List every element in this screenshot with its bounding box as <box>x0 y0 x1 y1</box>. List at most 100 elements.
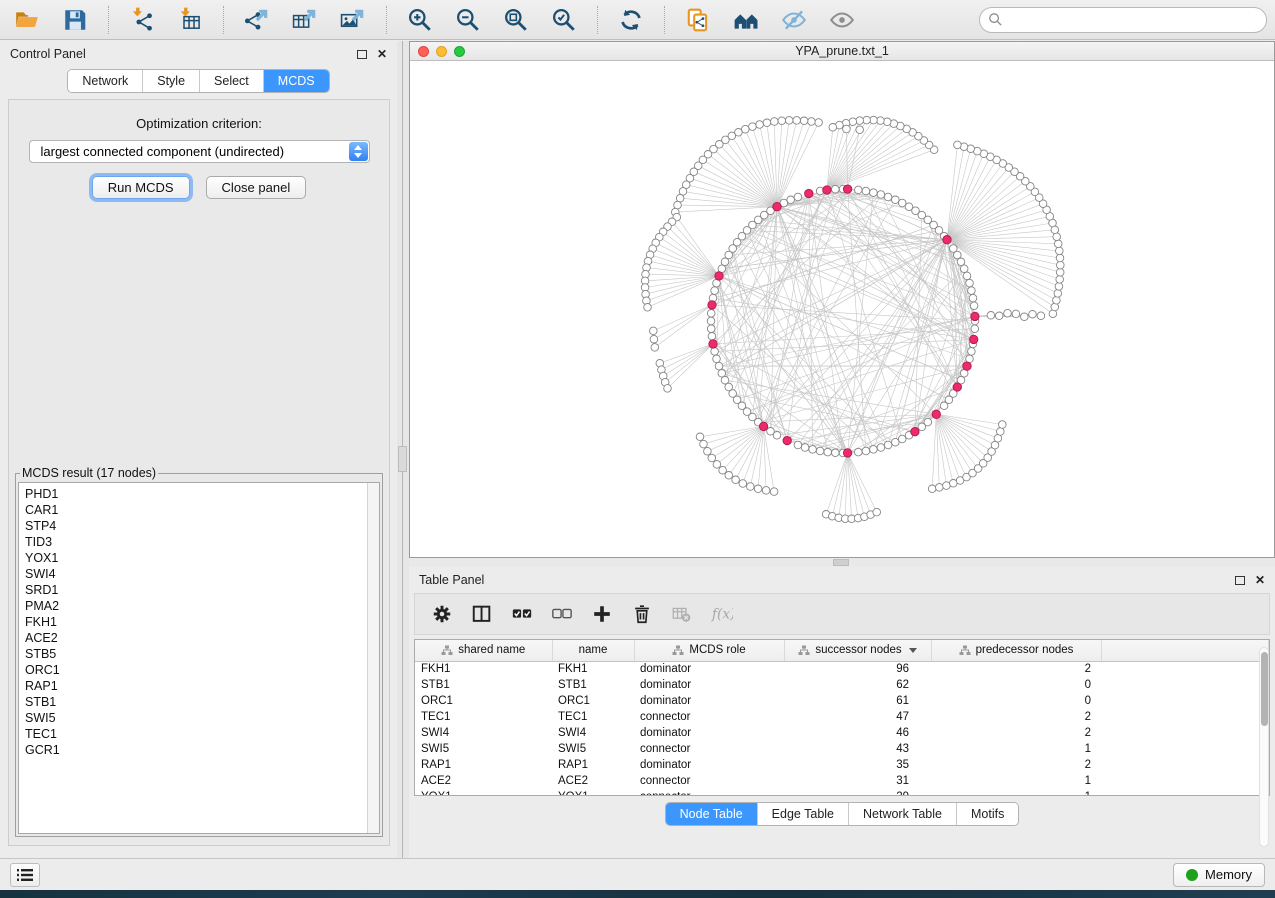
graph-node[interactable] <box>1053 233 1061 241</box>
table-cell[interactable]: STB1 <box>552 677 634 693</box>
mcds-result-item[interactable]: ORC1 <box>25 662 379 678</box>
mcds-result-item[interactable]: CAR1 <box>25 502 379 518</box>
graph-hub-node[interactable] <box>708 301 716 309</box>
table-cell[interactable]: dominator <box>634 661 784 677</box>
graph-node[interactable] <box>928 485 936 493</box>
graph-node[interactable] <box>739 480 747 488</box>
graph-node[interactable] <box>1021 313 1029 321</box>
table-cell[interactable]: TEC1 <box>552 709 634 725</box>
graph-node[interactable] <box>987 312 995 320</box>
new-network-from-selection-button[interactable] <box>679 4 717 36</box>
graph-node[interactable] <box>870 189 878 197</box>
table-cell[interactable]: 1 <box>931 773 1101 789</box>
table-row[interactable]: YOX1YOX1connector291 <box>415 789 1269 796</box>
graph-hub-node[interactable] <box>805 189 813 197</box>
graph-node[interactable] <box>800 117 808 125</box>
graph-node[interactable] <box>877 444 885 452</box>
graph-node[interactable] <box>954 251 962 259</box>
graph-hub-node[interactable] <box>932 410 940 418</box>
tab-select[interactable]: Select <box>199 70 263 92</box>
graph-node[interactable] <box>856 126 864 134</box>
table-cell[interactable]: 61 <box>784 693 931 709</box>
graph-node[interactable] <box>969 294 977 302</box>
graph-node[interactable] <box>763 119 771 127</box>
graph-node[interactable] <box>725 472 733 480</box>
graph-node[interactable] <box>1029 310 1037 318</box>
first-neighbors-button[interactable] <box>727 4 765 36</box>
mcds-list-scrollbar[interactable] <box>367 483 379 833</box>
table-cell[interactable]: 2 <box>931 757 1101 773</box>
graph-node[interactable] <box>770 488 778 496</box>
table-cell[interactable]: SWI4 <box>415 725 552 741</box>
splitter-grip[interactable] <box>398 446 407 472</box>
graph-node[interactable] <box>824 448 832 456</box>
network-list-toggle-button[interactable] <box>10 863 40 887</box>
graph-node[interactable] <box>674 201 682 209</box>
table-row[interactable]: SWI5SWI5connector431 <box>415 741 1269 757</box>
mcds-result-item[interactable]: STB5 <box>25 646 379 662</box>
graph-node[interactable] <box>1057 261 1065 269</box>
mcds-result-item[interactable]: TID3 <box>25 534 379 550</box>
zoom-in-button[interactable] <box>401 4 439 36</box>
graph-node[interactable] <box>877 117 885 125</box>
select-all-checkboxes-button[interactable] <box>509 601 535 627</box>
graph-node[interactable] <box>754 485 762 493</box>
table-cell[interactable]: 0 <box>931 677 1101 693</box>
graph-node[interactable] <box>1012 310 1020 318</box>
graph-node[interactable] <box>794 193 802 201</box>
table-cell[interactable]: 43 <box>784 741 931 757</box>
graph-node[interactable] <box>704 447 712 455</box>
graph-node[interactable] <box>707 310 715 318</box>
table-cell[interactable]: 46 <box>784 725 931 741</box>
table-cell[interactable]: FKH1 <box>415 661 552 677</box>
graph-node[interactable] <box>884 441 892 449</box>
graph-node[interactable] <box>747 483 755 491</box>
graph-node[interactable] <box>943 482 951 490</box>
table-cell[interactable]: 2 <box>931 725 1101 741</box>
graph-node[interactable] <box>756 121 764 129</box>
graph-hub-node[interactable] <box>843 185 851 193</box>
graph-hub-node[interactable] <box>843 449 851 457</box>
graph-node[interactable] <box>1054 240 1062 248</box>
graph-node[interactable] <box>856 117 864 125</box>
graph-node[interactable] <box>785 117 793 125</box>
graph-node[interactable] <box>742 125 750 133</box>
graph-node[interactable] <box>999 421 1007 429</box>
column-layout-button[interactable] <box>469 601 495 627</box>
table-cell[interactable]: ACE2 <box>415 773 552 789</box>
graph-node[interactable] <box>966 279 974 287</box>
graph-node[interactable] <box>808 118 816 126</box>
graph-node[interactable] <box>968 287 976 295</box>
graph-node[interactable] <box>862 187 870 195</box>
graph-node[interactable] <box>707 325 715 333</box>
table-row[interactable]: RAP1RAP1dominator352 <box>415 757 1269 773</box>
mcds-result-item[interactable]: ACE2 <box>25 630 379 646</box>
table-cell[interactable]: FKH1 <box>552 661 634 677</box>
import-network-button[interactable] <box>123 4 161 36</box>
table-panel-float-icon[interactable] <box>1235 576 1245 585</box>
graph-node[interactable] <box>873 508 881 516</box>
table-panel-close-icon[interactable]: ✕ <box>1255 575 1265 585</box>
graph-node[interactable] <box>816 447 824 455</box>
network-canvas[interactable] <box>410 61 1274 557</box>
table-cell[interactable]: 29 <box>784 789 931 796</box>
graph-node[interactable] <box>767 428 775 436</box>
control-panel-float-icon[interactable] <box>357 50 367 59</box>
graph-node[interactable] <box>707 317 715 325</box>
search-input[interactable] <box>979 7 1267 33</box>
mcds-result-item[interactable]: SRD1 <box>25 582 379 598</box>
graph-node[interactable] <box>898 199 906 207</box>
graph-node[interactable] <box>725 383 733 391</box>
graph-node[interactable] <box>711 348 719 356</box>
table-cell[interactable]: ACE2 <box>552 773 634 789</box>
graph-node[interactable] <box>1056 269 1064 277</box>
table-cell[interactable]: connector <box>634 773 784 789</box>
mcds-result-item[interactable]: STP4 <box>25 518 379 534</box>
column-header-MCDS-role[interactable]: MCDS role <box>634 640 784 661</box>
table-cell[interactable]: dominator <box>634 677 784 693</box>
graph-node[interactable] <box>995 312 1003 320</box>
table-row[interactable]: STB1STB1dominator620 <box>415 677 1269 693</box>
graph-node[interactable] <box>721 258 729 266</box>
table-cell[interactable]: SWI5 <box>552 741 634 757</box>
tab-network[interactable]: Network <box>68 70 142 92</box>
